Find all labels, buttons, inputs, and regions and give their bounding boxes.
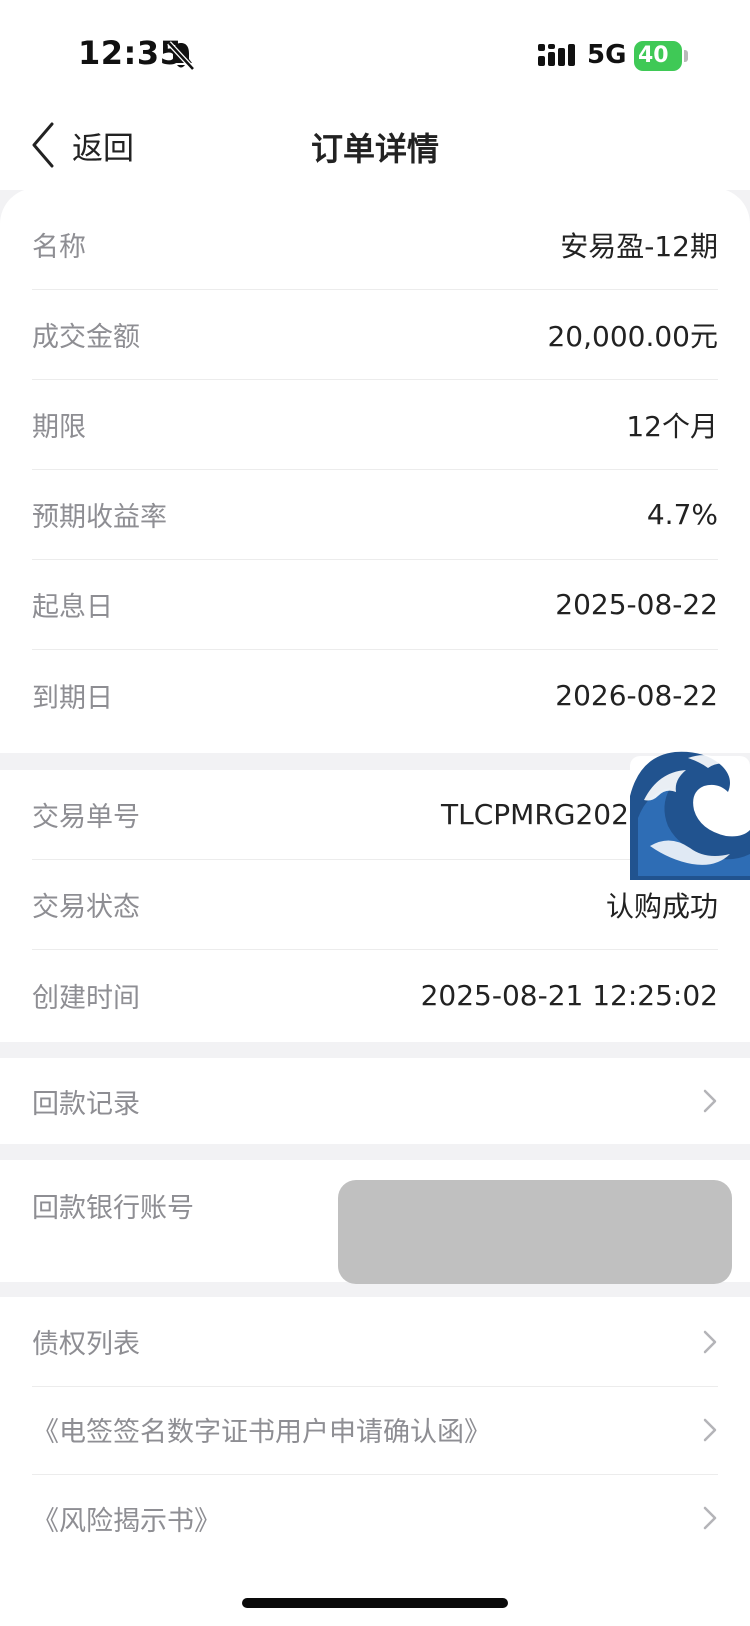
chevron-right-icon — [703, 1506, 717, 1530]
battery-icon: 40 — [634, 41, 690, 71]
repayment-bank-card: 回款银行账号 — [0, 1160, 750, 1284]
detail-row-rate: 预期收益率 4.7% — [32, 470, 718, 560]
certificate-letter-row[interactable]: 《电签签名数字证书用户申请确认函》 — [32, 1385, 718, 1475]
claims-list-row[interactable]: 债权列表 — [32, 1297, 718, 1387]
detail-row-transaction-status: 交易状态 认购成功 — [32, 860, 718, 950]
network-type: 5G — [587, 40, 627, 70]
claims-list-label: 债权列表 — [32, 1329, 140, 1360]
created-time-label: 创建时间 — [32, 982, 140, 1014]
certificate-letter-label: 《电签签名数字证书用户申请确认函》 — [32, 1417, 491, 1448]
repayment-records-card[interactable]: 回款记录 — [0, 1058, 750, 1144]
detail-row-end-date: 到期日 2026-08-22 — [32, 650, 718, 740]
cellular-signal-icon — [538, 44, 575, 66]
risk-disclosure-row[interactable]: 《风险揭示书》 — [32, 1473, 718, 1563]
rate-label: 预期收益率 — [32, 502, 167, 533]
chevron-right-icon — [703, 1330, 717, 1353]
status-bar: 12:35 5G 40 — [0, 0, 750, 100]
repayment-bank-label: 回款银行账号 — [32, 1192, 194, 1224]
detail-row-created-time: 创建时间 2025-08-21 12:25:02 — [32, 950, 718, 1040]
start-date-label: 起息日 — [32, 592, 113, 623]
name-label: 名称 — [32, 232, 86, 263]
term-value: 12个月 — [626, 409, 718, 443]
transaction-status-label: 交易状态 — [32, 892, 140, 923]
transaction-no-label: 交易单号 — [32, 802, 140, 833]
page-title: 订单详情 — [310, 130, 439, 168]
name-value: 安易盈-12期 — [560, 229, 718, 263]
risk-disclosure-label: 《风险揭示书》 — [32, 1505, 221, 1537]
home-indicator[interactable] — [242, 1598, 508, 1608]
end-date-label: 到期日 — [32, 682, 113, 714]
repayment-records-label: 回款记录 — [32, 1088, 140, 1120]
detail-row-start-date: 起息日 2025-08-22 — [32, 560, 718, 650]
detail-row-amount: 成交金额 20,000.00元 — [32, 290, 718, 380]
end-date-value: 2026-08-22 — [555, 678, 718, 712]
detail-row-transaction-no: 交易单号 TLCPMRG20250821 — [32, 770, 718, 860]
transaction-status-value: 认购成功 — [605, 889, 718, 923]
redacted-bank-account — [338, 1180, 732, 1284]
rate-value: 4.7% — [646, 498, 718, 531]
chevron-right-icon — [703, 1418, 717, 1441]
start-date-value: 2025-08-22 — [555, 588, 718, 621]
detail-row-term: 期限 12个月 — [32, 380, 718, 470]
order-info-card: 名称 安易盈-12期 成交金额 20,000.00元 期限 12个月 预期收益率… — [0, 188, 750, 753]
battery-level: 40 — [634, 41, 682, 71]
navigation-bar: 返回 订单详情 — [0, 100, 750, 190]
water-wave-emoji-icon — [630, 751, 750, 880]
term-label: 期限 — [32, 412, 86, 443]
repayment-records-row[interactable]: 回款记录 — [32, 1056, 718, 1146]
amount-value: 20,000.00元 — [547, 319, 718, 353]
chevron-right-icon — [703, 1089, 717, 1113]
bell-slash-icon — [167, 41, 195, 71]
detail-row-name: 名称 安易盈-12期 — [32, 200, 718, 290]
documents-card: 债权列表 《电签签名数字证书用户申请确认函》 《风险揭示书》 — [0, 1297, 750, 1626]
created-time-value: 2025-08-21 12:25:02 — [420, 978, 718, 1012]
amount-label: 成交金额 — [32, 322, 140, 353]
